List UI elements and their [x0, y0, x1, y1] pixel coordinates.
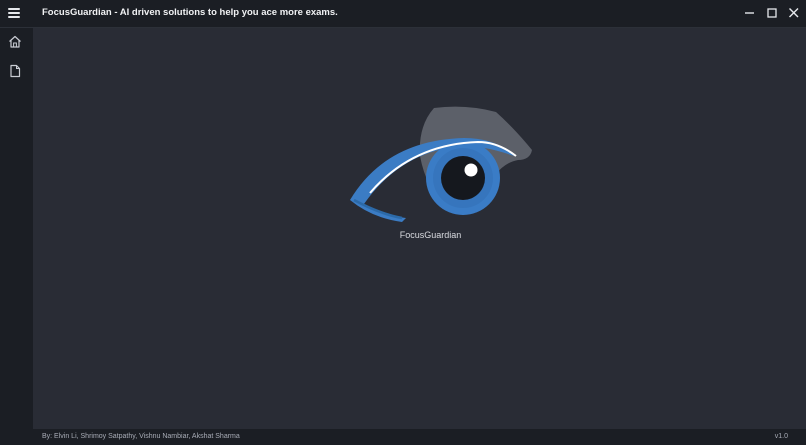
sidebar-item-document[interactable]	[5, 61, 25, 81]
sidebar-item-home[interactable]	[5, 32, 25, 52]
window-title: FocusGuardian - AI driven solutions to h…	[42, 7, 338, 18]
status-bar: By: Elvin Li, Shrimoy Satpathy, Vishnu N…	[33, 429, 806, 445]
main-content: FocusGuardian	[33, 28, 806, 429]
credits-text: By: Elvin Li, Shrimoy Satpathy, Vishnu N…	[42, 433, 240, 440]
sidebar-nav	[0, 28, 33, 445]
hamburger-menu-icon[interactable]	[6, 5, 22, 21]
logo-caption: FocusGuardian	[399, 230, 462, 240]
document-icon	[5, 64, 25, 85]
eye-logo-icon	[350, 106, 532, 222]
minimize-icon[interactable]	[741, 4, 759, 22]
version-label: v1.0	[774, 433, 788, 440]
home-icon	[5, 35, 25, 56]
close-icon[interactable]	[785, 4, 803, 22]
maximize-icon[interactable]	[763, 4, 781, 22]
app-window: FocusGuardian - AI driven solutions to h…	[0, 0, 806, 445]
title-bar: FocusGuardian - AI driven solutions to h…	[0, 0, 806, 28]
focusguardian-logo	[346, 106, 536, 226]
